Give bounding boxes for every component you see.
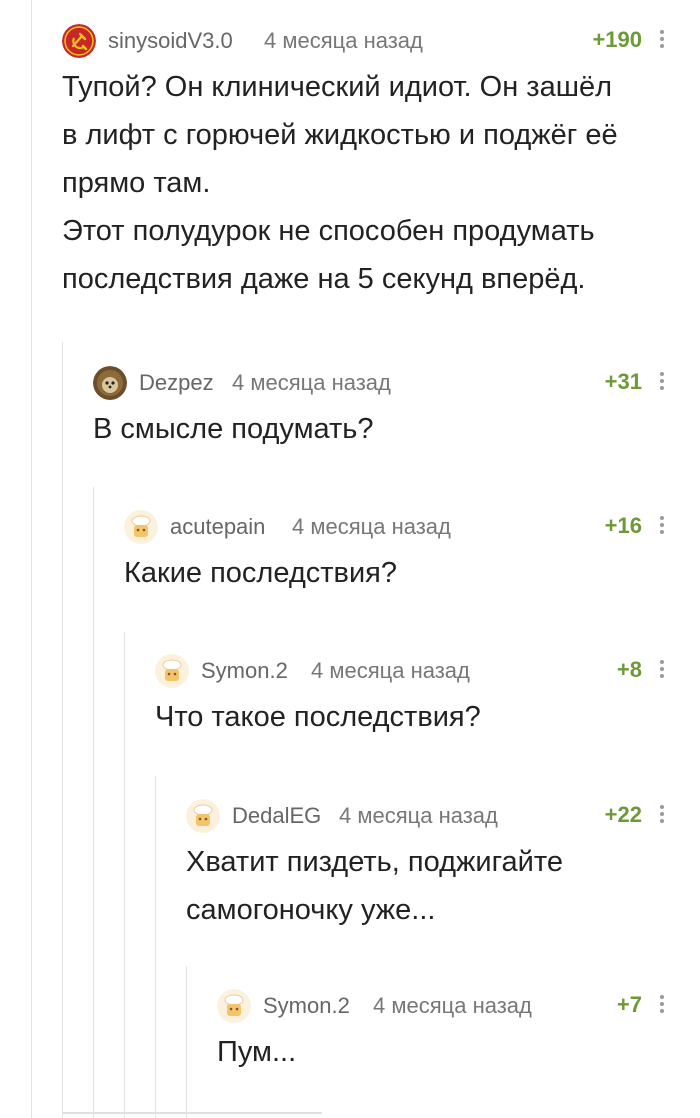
default-chef-avatar-icon[interactable] [124, 510, 158, 544]
comment-rating: +16 [604, 513, 642, 538]
username-link[interactable]: DedalEG [232, 803, 321, 829]
username-link[interactable]: acutepain [170, 514, 265, 540]
comment-header: Symon.2 4 месяца назад +7 [217, 985, 700, 1025]
username-link[interactable]: sinysoidV3.0 [108, 28, 233, 54]
comment: Symon.2 4 месяца назад +7 Пум... [217, 985, 700, 1076]
comment-timestamp: 4 месяца назад [311, 658, 470, 683]
comment-timestamp: 4 месяца назад [339, 803, 498, 828]
thread-line [62, 342, 63, 1118]
more-options-icon[interactable] [658, 30, 666, 52]
more-options-icon[interactable] [658, 995, 666, 1017]
comment: sinysoidV3.0 4 месяца назад +190 Тупой? … [62, 20, 700, 303]
comment-timestamp: 4 месяца назад [232, 370, 391, 395]
hedgehog-avatar-icon[interactable] [93, 366, 127, 400]
thread-line [31, 0, 32, 1118]
thread-line [155, 776, 156, 1118]
comment-header: Symon.2 4 месяца назад +8 [155, 650, 700, 690]
username-link[interactable]: Symon.2 [201, 658, 288, 684]
default-chef-avatar-icon[interactable] [217, 989, 251, 1023]
comment-text: Пум... [217, 1036, 297, 1068]
thread-line [93, 487, 94, 1118]
more-options-icon[interactable] [658, 372, 666, 394]
thread-line [124, 632, 125, 1118]
comment-text: Что такое последствия? [155, 701, 481, 733]
comment-header: sinysoidV3.0 4 месяца назад +190 [62, 20, 700, 60]
comment: DedalEG 4 месяца назад +22 Хватит пиздет… [186, 795, 700, 934]
comment-text: Какие последствия? [124, 557, 397, 589]
comment-header: DedalEG 4 месяца назад +22 [186, 795, 700, 835]
comment: acutepain 4 месяца назад +16 Какие после… [124, 506, 700, 597]
comment-timestamp: 4 месяца назад [264, 28, 423, 53]
comment-rating: +31 [604, 369, 642, 394]
divider [62, 1112, 322, 1114]
more-options-icon[interactable] [658, 805, 666, 827]
comment-rating: +7 [616, 992, 642, 1017]
comment-rating: +190 [592, 27, 642, 52]
comment-timestamp: 4 месяца назад [292, 514, 451, 539]
comment-header: acutepain 4 месяца назад +16 [124, 506, 700, 546]
comment-rating: +8 [616, 657, 642, 682]
comment-text: В смысле подумать? [93, 413, 374, 445]
more-options-icon[interactable] [658, 660, 666, 682]
comment-header: Dezpez 4 месяца назад +31 [93, 362, 700, 402]
username-link[interactable]: Symon.2 [263, 993, 350, 1019]
default-chef-avatar-icon[interactable] [155, 654, 189, 688]
comment: Symon.2 4 месяца назад +8 Что такое посл… [155, 650, 700, 741]
default-chef-avatar-icon[interactable] [186, 799, 220, 833]
comment: Dezpez 4 месяца назад +31 В смысле подум… [93, 362, 700, 453]
more-options-icon[interactable] [658, 516, 666, 538]
username-link[interactable]: Dezpez [139, 370, 214, 396]
thread-line [186, 966, 187, 1118]
comment-text: Хватит пиздеть, поджигайте самогоночку у… [186, 846, 563, 926]
comment-timestamp: 4 месяца назад [373, 993, 532, 1018]
hammer-sickle-icon[interactable] [62, 24, 96, 58]
comment-rating: +22 [604, 802, 642, 827]
comment-text: Тупой? Он клинический идиот. Он зашёл в … [62, 71, 618, 295]
